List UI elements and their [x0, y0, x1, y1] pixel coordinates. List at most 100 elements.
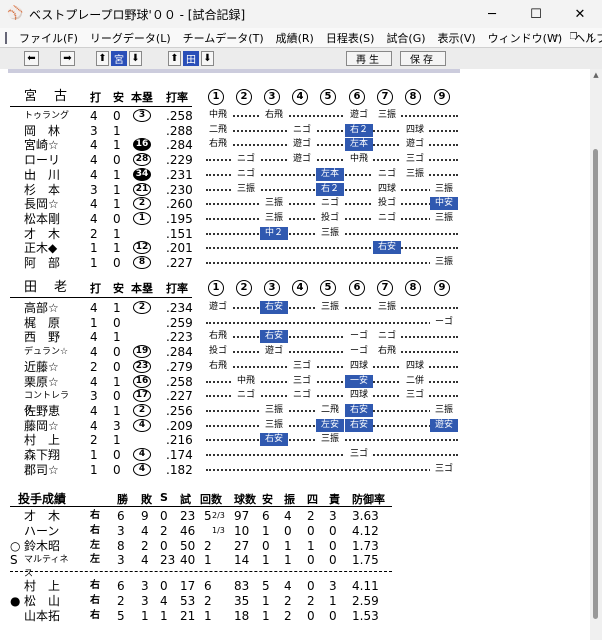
player-name[interactable]: 佐野恵 [24, 404, 70, 418]
player-row[interactable]: 藤岡☆ 4 3 4 .209 [0, 418, 470, 433]
player-name[interactable]: 梶 原 [24, 316, 70, 330]
menu-view[interactable]: 表示(V) [432, 30, 482, 46]
player-name[interactable]: 郡司☆ [24, 463, 70, 477]
at-bat-result[interactable]: 三振 [401, 167, 429, 181]
at-bat-result[interactable]: 右飛 [204, 330, 232, 344]
player-row[interactable]: 村 上 2 1 .216 [0, 433, 470, 447]
player-name[interactable]: 森下翔 [24, 448, 70, 462]
mdi-minimize-button[interactable]: ─ [549, 30, 564, 44]
close-button[interactable]: ✕ [558, 0, 602, 28]
at-bat-result[interactable]: 四球 [345, 389, 373, 403]
at-bat-result[interactable]: 三振 [430, 403, 458, 417]
mdi-restore-button[interactable]: ❐ [566, 30, 581, 44]
player-name[interactable]: 松本剛 [24, 212, 70, 226]
at-bat-result[interactable]: 三振 [373, 301, 401, 314]
at-bat-result[interactable]: ニゴ [288, 389, 316, 403]
at-bat-result[interactable]: ニゴ [373, 167, 401, 181]
prev-game-button[interactable]: ⬅ [24, 51, 39, 66]
at-bat-result[interactable]: ニゴ [373, 211, 401, 225]
at-bat-result[interactable]: 右飛 [260, 109, 288, 122]
at-bat-result[interactable]: 三振 [430, 256, 458, 269]
at-bat-result[interactable]: 左安 [316, 418, 344, 432]
scroll-up-icon[interactable]: ▲ [590, 69, 602, 81]
at-bat-result[interactable]: 遊ゴ [204, 301, 232, 314]
at-bat-result[interactable]: 四球 [401, 359, 429, 373]
at-bat-result[interactable]: 遊ゴ [288, 153, 316, 167]
team-b-up-button[interactable]: ⬆ [168, 51, 181, 66]
at-bat-result[interactable]: 二飛 [204, 123, 232, 137]
player-name[interactable]: デュラン☆ [24, 345, 70, 359]
menu-team-data[interactable]: チームデータ(T) [177, 30, 270, 46]
team-a-down-button[interactable]: ⬇ [129, 51, 142, 66]
at-bat-result[interactable]: 右安 [260, 301, 288, 314]
pitcher-name[interactable]: ハーン [24, 524, 70, 538]
at-bat-result[interactable]: 中飛 [345, 153, 373, 167]
at-bat-result[interactable]: 右飛 [204, 138, 232, 152]
player-row[interactable]: 森下翔 1 0 4 .174 [0, 448, 470, 462]
at-bat-result[interactable]: ーゴ [430, 315, 458, 329]
at-bat-result[interactable]: 三ゴ [430, 462, 458, 476]
at-bat-result[interactable]: 右飛 [204, 359, 232, 373]
player-row[interactable]: 近藤☆ 2 0 23 .279 [0, 359, 470, 374]
at-bat-result[interactable]: ニゴ [373, 330, 401, 344]
player-name[interactable]: 山 川 [24, 168, 70, 182]
scroll-thumb[interactable] [593, 149, 598, 619]
player-name[interactable]: 高部☆ [24, 301, 70, 315]
pitcher-row[interactable]: ● 松 山右 2 3 4 53 2 35 1 2 2 1 2.59 [0, 594, 400, 608]
document-icon[interactable] [5, 31, 7, 44]
player-row[interactable]: 郡司☆ 1 0 4 .182 [0, 462, 470, 477]
at-bat-result[interactable]: 三ゴ [401, 153, 429, 167]
at-bat-result[interactable]: 二併 [401, 374, 429, 388]
maximize-button[interactable]: ☐ [514, 0, 558, 28]
at-bat-result[interactable]: ーゴ [345, 330, 373, 344]
at-bat-result[interactable]: 右安 [345, 403, 373, 417]
pitcher-row[interactable]: ○ 鈴木昭左 8 2 0 50 2 27 0 1 1 0 1.73 [0, 539, 400, 553]
at-bat-result[interactable]: 一安 [345, 374, 373, 388]
player-name[interactable]: 杉 本 [24, 183, 70, 197]
player-name[interactable]: 村 上 [24, 433, 70, 447]
at-bat-result[interactable]: 三振 [430, 211, 458, 225]
at-bat-result[interactable]: 右２ [316, 182, 344, 196]
at-bat-result[interactable]: 三振 [316, 301, 344, 314]
at-bat-result[interactable]: 三ゴ [288, 374, 316, 388]
at-bat-result[interactable]: 三ゴ [288, 359, 316, 373]
at-bat-result[interactable]: 右飛 [373, 345, 401, 359]
at-bat-result[interactable]: 投ゴ [316, 211, 344, 225]
player-row[interactable]: 梶 原 1 0 .259 [0, 316, 470, 330]
player-name[interactable]: 長岡☆ [24, 197, 70, 211]
player-row[interactable]: 岡 林 3 1 .288 [0, 124, 470, 138]
pitcher-row[interactable]: 山本拓右 5 1 1 21 1 18 1 2 0 0 1.53 [0, 609, 400, 623]
at-bat-result[interactable]: 右安 [260, 330, 288, 344]
at-bat-result[interactable]: 中飛 [204, 109, 232, 122]
pitcher-row[interactable]: ハーン右 3 4 2 46 1/3 10 1 0 0 0 4.12 [0, 524, 400, 538]
at-bat-result[interactable]: 右安 [260, 433, 288, 447]
at-bat-result[interactable]: 右安 [345, 418, 373, 432]
at-bat-result[interactable]: 三振 [260, 197, 288, 211]
at-bat-result[interactable]: 中２ [260, 226, 288, 240]
pitcher-name[interactable]: 松 山 [24, 594, 70, 608]
vertical-scrollbar[interactable]: ▲ [590, 69, 602, 640]
at-bat-result[interactable]: 四球 [345, 359, 373, 373]
player-name[interactable]: 阿 部 [24, 256, 70, 270]
menu-schedule[interactable]: 日程表(S) [320, 30, 381, 46]
at-bat-result[interactable]: 三振 [232, 182, 260, 196]
at-bat-result[interactable]: 遊ゴ [345, 109, 373, 122]
team-a-label[interactable]: 宮 [111, 51, 127, 66]
player-row[interactable]: 才 木 2 1 .151 [0, 227, 470, 241]
at-bat-result[interactable]: ニゴ [232, 153, 260, 167]
pitcher-row[interactable]: 才 木右 6 9 0 23 5 2/3 97 6 4 2 3 3.63 [0, 509, 400, 523]
at-bat-result[interactable]: 二飛 [316, 403, 344, 417]
team-a-up-button[interactable]: ⬆ [96, 51, 109, 66]
at-bat-result[interactable]: 右安 [373, 241, 401, 255]
minimize-button[interactable]: ─ [470, 0, 514, 28]
at-bat-result[interactable]: 遊ゴ [260, 345, 288, 359]
player-name[interactable]: 才 木 [24, 227, 70, 241]
team-b-down-button[interactable]: ⬇ [201, 51, 214, 66]
player-name[interactable]: 宮崎☆ [24, 138, 70, 152]
at-bat-result[interactable]: ーゴ [345, 345, 373, 359]
player-row[interactable]: 宮崎☆ 4 1 16 .284 [0, 138, 470, 152]
at-bat-result[interactable]: 右２ [345, 123, 373, 137]
player-name[interactable]: 藤岡☆ [24, 419, 70, 433]
menu-game[interactable]: 試合(G) [380, 30, 431, 46]
at-bat-result[interactable]: 投ゴ [373, 197, 401, 211]
